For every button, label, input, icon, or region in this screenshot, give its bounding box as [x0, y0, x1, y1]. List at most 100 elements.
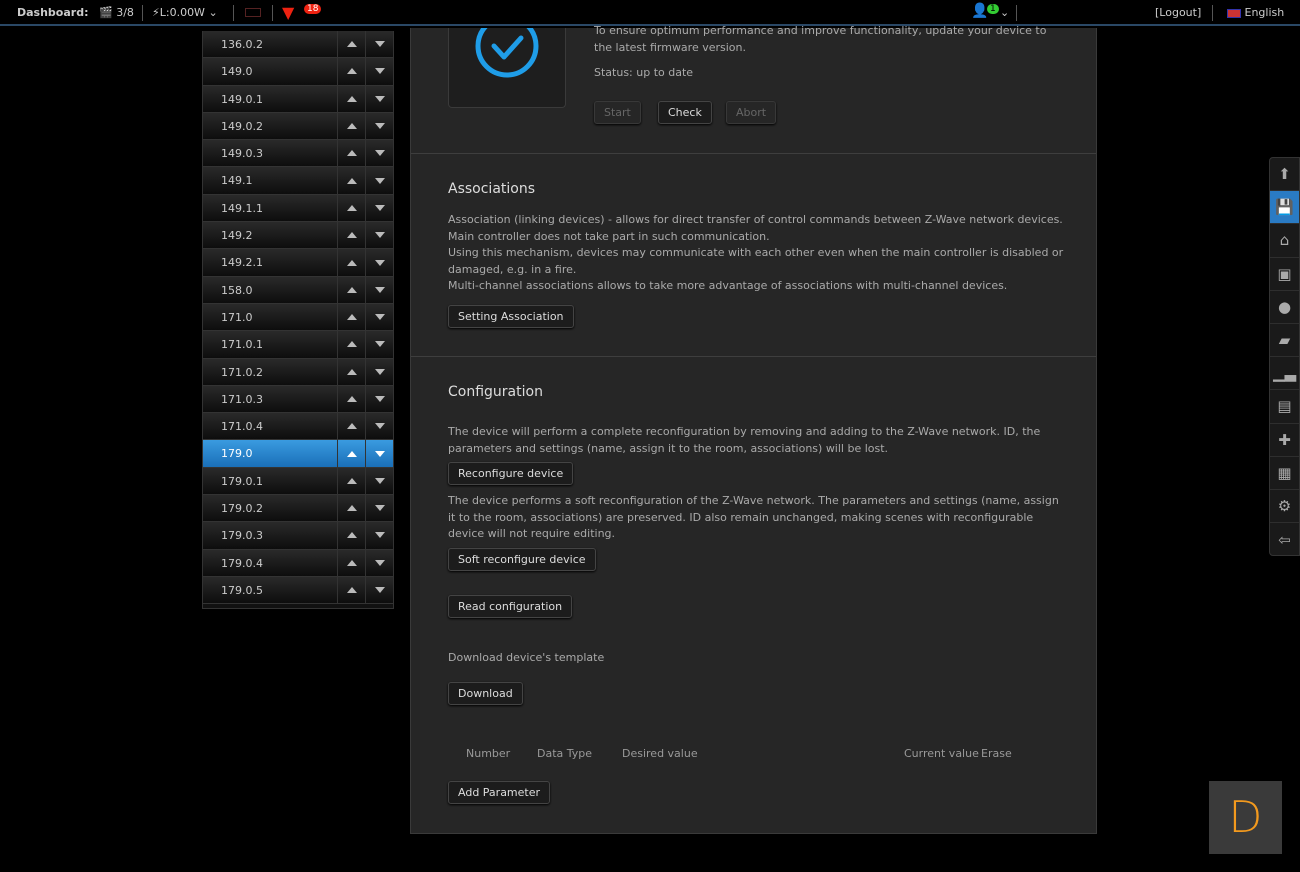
arrow-down-icon: [374, 314, 385, 321]
device-list-item[interactable]: 179.0.1: [203, 467, 393, 496]
move-down-button[interactable]: [365, 303, 393, 331]
device-list-item[interactable]: 171.0.1: [203, 331, 393, 359]
start-button[interactable]: Start: [594, 101, 641, 124]
move-down-button[interactable]: [365, 85, 393, 112]
move-down-button[interactable]: [365, 167, 393, 194]
move-down-button[interactable]: [365, 222, 393, 249]
device-id: 149.0.1: [221, 92, 263, 106]
device-list-item[interactable]: 171.0.4: [203, 413, 393, 441]
scenes-icon[interactable]: ▰: [1270, 324, 1299, 358]
move-down-button[interactable]: [365, 413, 393, 440]
move-down-button[interactable]: [365, 31, 393, 58]
device-list-item[interactable]: 136.0.2: [203, 31, 393, 59]
move-down-button[interactable]: [365, 194, 393, 222]
power-dropdown[interactable]: ⚡L:0.00W ⌄: [152, 6, 218, 19]
move-up-button[interactable]: [337, 58, 365, 85]
download-button[interactable]: Download: [448, 682, 523, 705]
move-up-button[interactable]: [337, 358, 365, 385]
read-configuration-button[interactable]: Read configuration: [448, 595, 573, 618]
alert-icon[interactable]: ▼: [282, 3, 294, 22]
devices-icon[interactable]: ▣: [1270, 258, 1299, 291]
move-down-button[interactable]: [365, 331, 393, 358]
home-icon[interactable]: ⌂: [1270, 224, 1299, 258]
scenes-indicator[interactable]: 🎬 3/8: [99, 6, 134, 19]
move-up-button[interactable]: [337, 303, 365, 331]
device-list-item[interactable]: 179.0: [203, 440, 393, 468]
location-icon[interactable]: ●: [1270, 291, 1299, 324]
move-down-button[interactable]: [365, 58, 393, 85]
scroll-top-icon[interactable]: ⬆: [1270, 158, 1299, 192]
move-down-button[interactable]: [365, 112, 393, 140]
plugins-icon[interactable]: ✚: [1270, 424, 1299, 457]
move-up-button[interactable]: [337, 467, 365, 495]
save-icon[interactable]: 💾: [1270, 191, 1299, 225]
device-list-item[interactable]: 149.0.2: [203, 112, 393, 141]
move-up-button[interactable]: [337, 85, 365, 112]
device-id: 149.2: [221, 229, 253, 243]
move-up-button[interactable]: [337, 222, 365, 249]
device-list-item[interactable]: 179.0.4: [203, 549, 393, 577]
device-list-item[interactable]: 171.0.3: [203, 385, 393, 414]
device-list-item[interactable]: 149.1.1: [203, 194, 393, 223]
move-up-button[interactable]: [337, 495, 365, 522]
associations-text-1: Association (linking devices) - allows f…: [448, 213, 1063, 243]
device-list-item[interactable]: 149.1: [203, 167, 393, 195]
device-list-item[interactable]: 171.0.2: [203, 358, 393, 386]
column-number: Number: [466, 747, 511, 760]
column-data-type: Data Type: [537, 747, 593, 760]
device-list-item[interactable]: 158.0: [203, 276, 393, 304]
move-up-button[interactable]: [337, 331, 365, 358]
exit-icon[interactable]: ⇦: [1270, 523, 1299, 556]
device-list-item[interactable]: 179.0.3: [203, 522, 393, 550]
logout-link[interactable]: [Logout]: [1155, 6, 1201, 19]
add-parameter-button[interactable]: Add Parameter: [448, 781, 551, 804]
chart-icon[interactable]: ▁▃: [1270, 357, 1299, 391]
check-button[interactable]: Check: [658, 101, 712, 124]
device-list-item[interactable]: 179.0.5: [203, 576, 393, 605]
move-down-button[interactable]: [365, 358, 393, 385]
move-down-button[interactable]: [365, 440, 393, 467]
device-list-item[interactable]: 149.2: [203, 222, 393, 250]
settings-icon[interactable]: ⚙: [1270, 490, 1299, 524]
move-up-button[interactable]: [337, 576, 365, 604]
device-list-item[interactable]: 179.0.2: [203, 495, 393, 523]
move-down-button[interactable]: [365, 385, 393, 413]
device-list-item[interactable]: 149.0: [203, 58, 393, 86]
language-selector[interactable]: English: [1227, 6, 1284, 19]
move-up-button[interactable]: [337, 112, 365, 140]
move-up-button[interactable]: [337, 194, 365, 222]
move-down-button[interactable]: [365, 522, 393, 549]
move-down-button[interactable]: [365, 467, 393, 495]
move-up-button[interactable]: [337, 413, 365, 440]
device-id: 149.0.3: [221, 147, 263, 161]
move-down-button[interactable]: [365, 549, 393, 576]
user-icon[interactable]: 👤: [971, 3, 988, 19]
move-down-button[interactable]: [365, 249, 393, 276]
move-up-button[interactable]: [337, 249, 365, 276]
chevron-down-icon[interactable]: ⌄: [1000, 6, 1009, 19]
reconfigure-device-button[interactable]: Reconfigure device: [448, 462, 574, 485]
abort-button[interactable]: Abort: [726, 101, 777, 124]
gift-icon[interactable]: ▤: [1270, 390, 1299, 424]
move-up-button[interactable]: [337, 140, 365, 167]
move-up-button[interactable]: [337, 167, 365, 194]
soft-reconfigure-button[interactable]: Soft reconfigure device: [448, 548, 596, 571]
move-up-button[interactable]: [337, 522, 365, 549]
device-list-item[interactable]: 149.2.1: [203, 249, 393, 277]
arrow-down-icon: [374, 95, 385, 102]
move-down-button[interactable]: [365, 495, 393, 522]
move-up-button[interactable]: [337, 31, 365, 58]
move-up-button[interactable]: [337, 440, 365, 467]
move-up-button[interactable]: [337, 276, 365, 303]
move-down-button[interactable]: [365, 276, 393, 303]
device-list-item[interactable]: 171.0: [203, 303, 393, 332]
schedule-icon[interactable]: ▦: [1270, 457, 1299, 490]
move-down-button[interactable]: [365, 140, 393, 167]
move-up-button[interactable]: [337, 385, 365, 413]
device-list-item[interactable]: 149.0.3: [203, 140, 393, 168]
setting-association-button[interactable]: Setting Association: [448, 305, 574, 328]
device-id: 171.0.4: [221, 420, 263, 434]
move-up-button[interactable]: [337, 549, 365, 576]
device-list-item[interactable]: 149.0.1: [203, 85, 393, 113]
move-down-button[interactable]: [365, 576, 393, 604]
